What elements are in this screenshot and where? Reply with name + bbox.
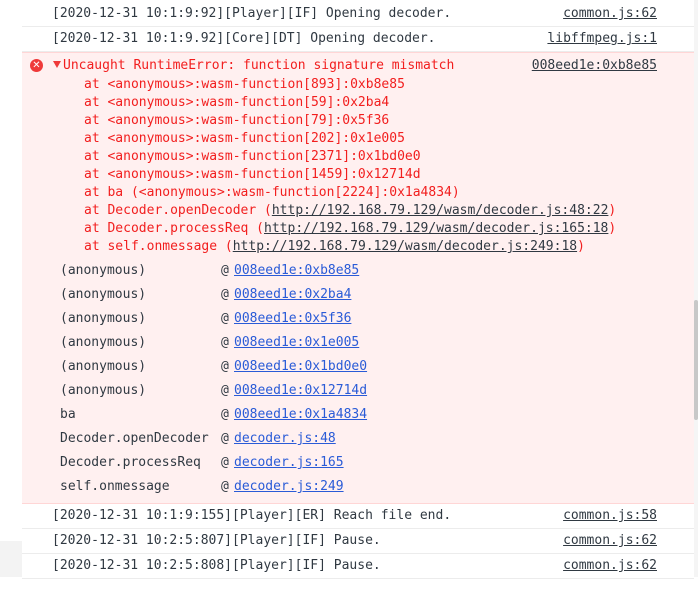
frame-function: (anonymous) [60,383,147,398]
stack-line: at <anonymous>:wasm-function[202]:0x1e00… [84,131,405,146]
frame-location-link[interactable]: 008eed1e:0x5f36 [234,307,351,331]
log-source-link[interactable]: common.js:62 [563,533,657,548]
frame-function: (anonymous) [60,335,147,350]
error-stack-trace: at <anonymous>:wasm-function[893]:0xb8e8… [84,76,616,256]
frame-location-link[interactable]: decoder.js:165 [234,451,344,475]
expand-toggle-icon[interactable] [53,61,61,68]
stack-line: at <anonymous>:wasm-function[1459]:0x127… [84,167,421,182]
frame-function: (anonymous) [60,311,147,326]
console-gutter-bottom [0,541,22,577]
stack-url-link[interactable]: http://192.168.79.129/wasm/decoder.js:16… [264,221,608,236]
log-source-link[interactable]: libffmpeg.js:1 [547,31,657,46]
log-source-link[interactable]: common.js:62 [563,558,657,573]
stack-line: at self.onmessage (http://192.168.79.129… [84,239,585,254]
log-text: [2020-12-31 10:1:9:92][Player][IF] Openi… [52,6,452,21]
frame-location-link[interactable]: 008eed1e:0x1bd0e0 [234,355,367,379]
log-message: [2020-12-31 10:1:9:92][Player][IF] Openi… [22,2,694,27]
console-gutter [0,0,22,577]
stack-line: at <anonymous>:wasm-function[79]:0x5f36 [84,113,390,128]
frame-function: Decoder.openDecoder [60,431,209,446]
stack-line: at Decoder.openDecoder (http://192.168.7… [84,203,617,218]
error-source-link[interactable]: 008eed1e:0xb8e85 [532,58,657,73]
frame-function: (anonymous) [60,287,147,302]
frame-location-link[interactable]: 008eed1e:0xb8e85 [234,259,359,283]
frame-location-link[interactable]: 008eed1e:0x1a4834 [234,403,367,427]
frame-function: Decoder.processReq [60,455,201,470]
frame-function: ba [60,407,76,422]
stack-url-link[interactable]: http://192.168.79.129/wasm/decoder.js:48… [272,203,609,218]
log-text: [2020-12-31 10:2:5:807][Player][IF] Paus… [52,533,381,548]
stack-url-link[interactable]: http://192.168.79.129/wasm/decoder.js:24… [233,239,577,254]
console-messages: [2020-12-31 10:1:9:92][Player][IF] Openi… [22,0,694,579]
stack-line: at <anonymous>:wasm-function[59]:0x2ba4 [84,95,390,110]
scrollbar-thumb[interactable] [694,300,698,420]
console-scrollbar[interactable] [694,0,698,577]
log-message: [2020-12-31 10:1:9:155][Player][ER] Reac… [22,504,694,529]
frame-location-link[interactable]: decoder.js:249 [234,475,344,499]
frame-location-link[interactable]: 008eed1e:0x12714d [234,379,367,403]
frame-location-link[interactable]: decoder.js:48 [234,427,336,451]
log-message: [2020-12-31 10:2:5:807][Player][IF] Paus… [22,529,694,554]
frame-function: self.onmessage [60,479,170,494]
stack-line: at <anonymous>:wasm-function[2371]:0x1bd… [84,149,421,164]
stack-line: at ba (<anonymous>:wasm-function[2224]:0… [84,185,460,200]
log-source-link[interactable]: common.js:58 [563,508,657,523]
log-message: [2020-12-31 10:2:5:808][Player][IF] Paus… [22,554,694,579]
frame-location-link[interactable]: 008eed1e:0x1e005 [234,331,359,355]
stack-line: at Decoder.processReq (http://192.168.79… [84,221,617,236]
frame-function: (anonymous) [60,263,147,278]
error-title[interactable]: Uncaught RuntimeError: function signatur… [63,58,454,73]
frame-location-link[interactable]: 008eed1e:0x2ba4 [234,283,351,307]
stack-line: at <anonymous>:wasm-function[893]:0xb8e8… [84,77,405,92]
log-text: [2020-12-31 10:1:9.92][Core][DT] Opening… [52,31,436,46]
frame-function: (anonymous) [60,359,147,374]
error-message: ✕ Uncaught RuntimeError: function signat… [22,52,694,504]
log-source-link[interactable]: common.js:62 [563,6,657,21]
log-message: [2020-12-31 10:1:9.92][Core][DT] Opening… [22,27,694,52]
log-text: [2020-12-31 10:2:5:808][Player][IF] Paus… [52,558,381,573]
error-circle-icon: ✕ [30,59,43,72]
log-text: [2020-12-31 10:1:9:155][Player][ER] Reac… [52,508,452,523]
